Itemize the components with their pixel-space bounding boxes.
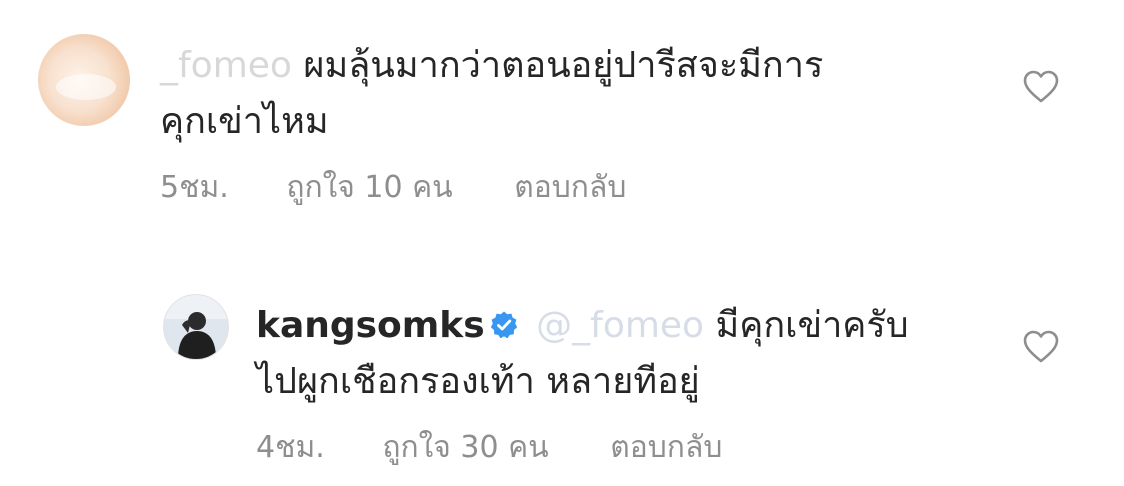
like-heart-icon[interactable] <box>1023 330 1059 364</box>
comment-username[interactable]: kangsomks <box>256 305 485 346</box>
comment-time: 5ชม. <box>160 170 229 205</box>
comment-text-line1: มีคุกเข่าครับ <box>715 305 909 346</box>
avatar[interactable] <box>163 294 229 360</box>
comment-meta: 4ชม. ถูกใจ 30 คน ตอบกลับ <box>256 424 722 471</box>
comment-text: kangsomks @_fomeo มีคุกเข่าครับ ไปผูกเชื… <box>256 298 996 410</box>
avatar-highlight <box>56 74 116 100</box>
avatar[interactable] <box>38 34 130 126</box>
comment-text-line1: ผมลุ้นมากว่าตอนอยู่ปารีสจะมีการ <box>303 45 824 86</box>
comment-likes-link[interactable]: ถูกใจ 10 คน <box>286 164 452 211</box>
comment-text-line2: คุกเข่าไหม <box>160 101 329 142</box>
comment-meta: 5ชม. ถูกใจ 10 คน ตอบกลับ <box>160 164 626 211</box>
comment-text-line2: ไปผูกเชือกรองเท้า หลายทีอยู่ <box>256 361 700 402</box>
comment-mention[interactable]: @_fomeo <box>536 305 704 346</box>
comment-body: _fomeo ผมลุ้นมากว่าตอนอยู่ปารีสจะมีการ ค… <box>160 38 920 150</box>
verified-badge-icon <box>490 311 517 339</box>
comment-item: _fomeo ผมลุ้นมากว่าตอนอยู่ปารีสจะมีการ ค… <box>0 0 1124 240</box>
comment-text: _fomeo ผมลุ้นมากว่าตอนอยู่ปารีสจะมีการ ค… <box>160 38 920 150</box>
avatar-person-icon <box>164 295 228 359</box>
like-heart-icon[interactable] <box>1023 70 1059 104</box>
comment-time: 4ชม. <box>256 430 325 465</box>
comment-username[interactable]: _fomeo <box>160 45 292 86</box>
comment-item: kangsomks @_fomeo มีคุกเข่าครับ ไปผูกเชื… <box>0 256 1124 486</box>
reply-button[interactable]: ตอบกลับ <box>514 164 626 211</box>
comment-body: kangsomks @_fomeo มีคุกเข่าครับ ไปผูกเชื… <box>256 298 996 410</box>
comment-likes-link[interactable]: ถูกใจ 30 คน <box>382 424 548 471</box>
reply-button[interactable]: ตอบกลับ <box>610 424 722 471</box>
